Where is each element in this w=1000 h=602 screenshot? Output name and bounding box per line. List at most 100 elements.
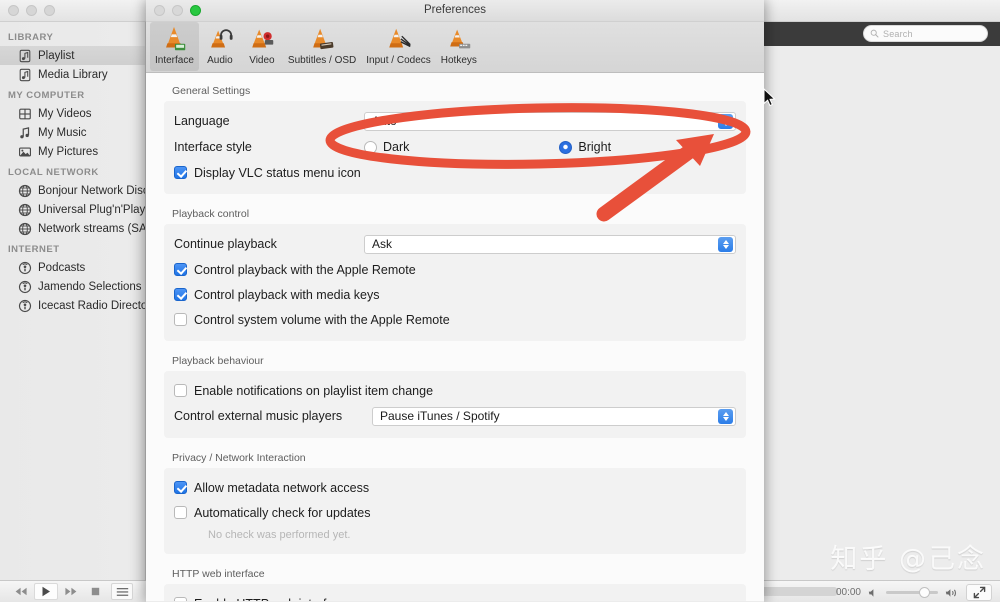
tab-hotkeys[interactable]: Hotkeys [436, 22, 482, 71]
row-control-playback-apple-remote[interactable]: Control playback with the Apple Remote [174, 257, 736, 282]
sidebar-item-my-pictures[interactable]: My Pictures [0, 142, 145, 161]
vlc-zoom-button[interactable] [44, 5, 55, 16]
interface-style-radio-group[interactable]: Dark Bright [364, 140, 761, 154]
podcast-icon [18, 299, 32, 312]
checkbox-display-status-menu-icon[interactable] [174, 166, 187, 179]
sidebar-item-jamendo-selections[interactable]: Jamendo Selections [0, 277, 145, 296]
play-button[interactable] [34, 583, 58, 600]
fullscreen-button[interactable] [966, 584, 992, 601]
tab-interface[interactable]: Interface [150, 22, 199, 71]
checkbox-enable-notifications[interactable] [174, 384, 187, 397]
sidebar-section-my-computer: MY COMPUTER [8, 90, 85, 101]
volume-high-icon[interactable] [945, 588, 959, 598]
continue-playback-stepper[interactable] [718, 236, 733, 252]
chevron-down-icon [722, 121, 729, 126]
checkbox-control-playback-media-keys[interactable] [174, 288, 187, 301]
checkbox-label: Enable HTTP web interface [194, 597, 347, 602]
sidebar-item-label: Universal Plug'n'Play [38, 203, 146, 216]
forward-button[interactable] [60, 583, 82, 600]
continue-playback-popup[interactable]: Ask [364, 234, 736, 254]
external-players-value: Pause iTunes / Spotify [380, 409, 500, 423]
tab-video[interactable]: Video [241, 22, 283, 71]
external-players-stepper[interactable] [718, 408, 733, 424]
row-control-system-volume-apple-remote[interactable]: Control system volume with the Apple Rem… [174, 307, 736, 332]
seek-bar[interactable] [760, 587, 838, 596]
chevron-down-icon [722, 416, 729, 421]
language-popup[interactable]: Auto [364, 111, 736, 131]
transport-controls[interactable] [10, 583, 133, 600]
tab-audio[interactable]: Audio [199, 22, 241, 71]
podcast-icon [18, 261, 32, 274]
group-title-playback-control: Playback control [172, 208, 250, 220]
time-display: 00:00 [835, 587, 861, 598]
sidebar-item-my-music[interactable]: My Music [0, 123, 145, 142]
sidebar[interactable]: LIBRARY Playlist Media Library MY COMPUT [0, 22, 146, 580]
sidebar-item-bonjour-network-discovery[interactable]: Bonjour Network Discovery [0, 181, 145, 200]
checkbox-label: Allow metadata network access [194, 480, 370, 495]
sidebar-item-label: My Music [38, 126, 87, 139]
update-check-note: No check was performed yet. [208, 529, 351, 541]
podcast-icon [18, 280, 32, 293]
checkbox-label: Control playback with the Apple Remote [194, 262, 416, 277]
volume-low-icon[interactable] [868, 588, 879, 598]
playlist-menu-button[interactable] [111, 583, 133, 600]
checkbox-label: Control playback with media keys [194, 287, 380, 302]
search-field[interactable]: Search [863, 25, 988, 42]
sidebar-item-label: Media Library [38, 68, 108, 81]
radio-dark[interactable] [364, 140, 377, 154]
vlc-cone-hotkeys-icon [450, 29, 471, 49]
globe-icon [18, 203, 32, 216]
sidebar-item-icecast-radio-directory[interactable]: Icecast Radio Directory [0, 296, 145, 315]
row-control-playback-media-keys[interactable]: Control playback with media keys [174, 282, 736, 307]
sidebar-item-network-streams-sap[interactable]: Network streams (SAP) [0, 219, 145, 238]
checkbox-label: Control system volume with the Apple Rem… [194, 312, 450, 327]
radio-bright[interactable] [559, 140, 573, 154]
rewind-button[interactable] [10, 583, 32, 600]
external-players-popup[interactable]: Pause iTunes / Spotify [372, 406, 736, 426]
volume-knob[interactable] [919, 587, 930, 598]
language-value: Auto [372, 114, 397, 128]
stop-button[interactable] [84, 583, 106, 600]
row-interface-style: Interface style Dark Bright [174, 134, 736, 160]
music-note-icon [19, 68, 31, 81]
language-label: Language [174, 114, 230, 128]
checkbox-control-system-volume-apple-remote[interactable] [174, 313, 187, 326]
continue-playback-label: Continue playback [174, 237, 277, 251]
sidebar-item-universal-plug-n-play[interactable]: Universal Plug'n'Play [0, 200, 145, 219]
vlc-cone-interface-icon [166, 26, 186, 51]
tab-input-codecs[interactable]: Input / Codecs [361, 22, 435, 71]
tab-label: Subtitles / OSD [287, 55, 357, 66]
volume-slider[interactable] [886, 587, 938, 598]
search-placeholder: Search [883, 28, 913, 39]
vlc-close-button[interactable] [8, 5, 19, 16]
preferences-toolbar[interactable]: Interface Audio Video Subtitles / OSD In… [146, 22, 764, 73]
sidebar-item-podcasts[interactable]: Podcasts [0, 258, 145, 277]
row-automatically-check-for-updates[interactable]: Automatically check for updates [174, 500, 736, 525]
group-general-settings: Language Auto Interface style Dark Brigh… [164, 101, 746, 194]
note-icon [20, 126, 30, 138]
vlc-traffic-lights[interactable] [8, 5, 55, 16]
sidebar-item-my-videos[interactable]: My Videos [0, 104, 145, 123]
group-playback-behaviour: Enable notifications on playlist item ch… [164, 371, 746, 438]
row-enable-http-web-interface[interactable]: Enable HTTP web interface [174, 591, 736, 601]
row-allow-metadata-network-access[interactable]: Allow metadata network access [174, 475, 736, 500]
language-popup-stepper[interactable] [718, 113, 733, 129]
checkbox-allow-metadata-network-access[interactable] [174, 481, 187, 494]
row-enable-notifications[interactable]: Enable notifications on playlist item ch… [174, 378, 736, 403]
preferences-window: Preferences Interface Audio Video Subtit… [146, 0, 764, 602]
film-icon [19, 108, 31, 119]
row-display-status-menu-icon[interactable]: Display VLC status menu icon [174, 160, 736, 185]
tab-subtitles-osd[interactable]: Subtitles / OSD [283, 22, 361, 71]
tab-label: Input / Codecs [366, 55, 431, 66]
player-right-controls[interactable]: 00:00 [836, 584, 992, 601]
sidebar-item-media-library[interactable]: Media Library [0, 65, 145, 84]
row-control-external-music-players: Control external music players Pause iTu… [174, 403, 736, 429]
vlc-minimize-button[interactable] [26, 5, 37, 16]
sidebar-item-label: Bonjour Network Discovery [38, 184, 145, 197]
checkbox-automatically-check-for-updates[interactable] [174, 506, 187, 519]
sidebar-item-playlist[interactable]: Playlist [0, 46, 145, 65]
checkbox-control-playback-apple-remote[interactable] [174, 263, 187, 276]
checkbox-label: Enable notifications on playlist item ch… [194, 383, 434, 398]
checkbox-enable-http-web-interface[interactable] [174, 597, 187, 601]
stop-icon [91, 587, 99, 596]
